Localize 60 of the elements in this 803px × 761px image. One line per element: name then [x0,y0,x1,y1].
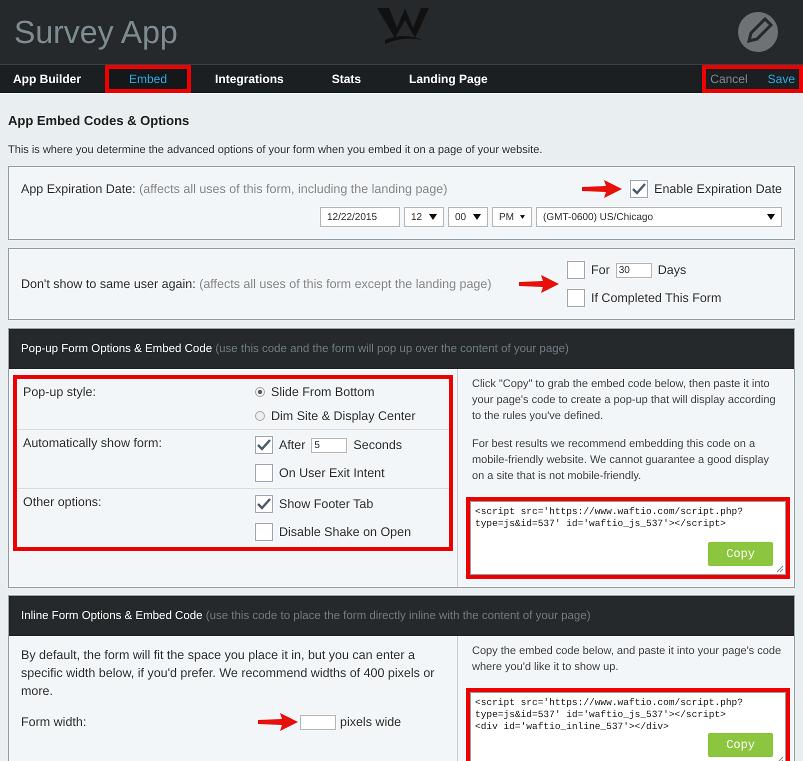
section-title: Pop-up Form Options & Embed Code (use this code and the form will pop up over the content of your page) [9,329,794,369]
number-field[interactable]: 30 [616,262,652,278]
checkbox[interactable] [255,495,273,513]
logo-icon [375,6,431,46]
unit-label: Days [658,263,686,277]
radio-button[interactable] [255,411,265,421]
code-field[interactable]: <script src='https://www.waftio.com/script.php?type=js&id=537' id='waftio_js_537'></script> Copy [470,500,786,575]
nav-tab[interactable]: Integrations [191,65,308,93]
checkbox[interactable] [255,436,273,454]
resize-icon[interactable] [776,564,784,573]
option-label: Automatically show form: [23,436,163,452]
field-label: Don't show to same user again: (affects all uses of this form except the landing page) [21,277,492,291]
code-field[interactable]: <script src='https://www.waftio.com/script.php?type=js&id=537' id='waftio_js_537'></script> <div id='waftio_inline_537'></div> Copy [470,692,786,761]
caret-icon [767,214,775,220]
section-title: Inline Form Options & Embed Code (use this code to place the form directly inline with the content of your page) [9,596,794,636]
radio-label: Slide From Bottom [271,385,375,399]
checkbox-label: Show Footer Tab [279,497,374,511]
page-description: This is where you determine the advanced options of your form when you embed it on a page of your website. [8,144,544,156]
help-text: For best results we recommend embedding this code on a mobile-friendly website. We cannot guarantee a good display on a site that is not mobile-friendly. [472,436,770,484]
checkbox[interactable] [567,261,585,279]
timezone-select[interactable]: (GMT-0600) US/Chicago [536,207,782,227]
ampm-select[interactable]: PM [492,207,532,227]
hour-select[interactable]: 12 [404,207,444,227]
cancel-link[interactable]: Cancel [710,72,748,86]
date-field[interactable]: 12/22/2015 [320,207,400,227]
field-label: App Expiration Date: (affects all uses of this form, including the landing page) [21,182,448,196]
checkbox-label: Disable Shake on Open [279,525,412,539]
checkbox[interactable] [567,289,585,307]
checkbox[interactable] [630,180,648,198]
nav-tab[interactable]: Stats [308,65,386,93]
checkbox-label: For [591,263,610,277]
nav-tab[interactable]: Embed [105,65,192,93]
help-text: Copy the embed code below, and paste it into your page's code where you'd like it to show up. [472,644,782,675]
checkbox-label: On User Exit Intent [279,466,385,480]
save-link[interactable]: Save [768,72,795,86]
caret-icon [429,214,437,220]
caret-icon [473,214,481,220]
number-field[interactable]: 5 [311,438,348,452]
option-label: Pop-up style: [23,385,97,401]
option-label: Form width: [21,715,88,729]
pencil-icon[interactable] [737,11,779,53]
help-text: By default, the form will fit the space you place it in, but you can enter a specific width below, if you'd prefer. We recommend widths of 400 pixels or more. [21,646,436,700]
checkbox-label: After [279,438,306,452]
help-text: Click "Copy" to grab the embed code below, then paste it into your page's code to create a pop-up that will display according to the rules you've defined. [472,377,777,424]
checkbox-label: Enable Expiration Date [654,182,782,196]
nav-tab[interactable]: App Builder [0,65,105,93]
unit-label: Seconds [353,438,402,452]
caret-icon [520,214,525,220]
nav-tab[interactable]: Landing Page [385,65,512,93]
checkbox[interactable] [255,523,273,541]
radio-label: Dim Site & Display Center [271,409,416,423]
width-field[interactable] [300,714,336,730]
page-heading: App Embed Codes & Options [8,113,190,128]
checkbox-label: If Completed This Form [591,291,722,305]
radio-button[interactable] [255,387,265,397]
option-label: Other options: [23,495,103,511]
checkbox[interactable] [255,464,273,482]
minute-select[interactable]: 00 [448,207,488,227]
unit-label: pixels wide [340,715,402,729]
app-title: Survey App [14,14,178,50]
